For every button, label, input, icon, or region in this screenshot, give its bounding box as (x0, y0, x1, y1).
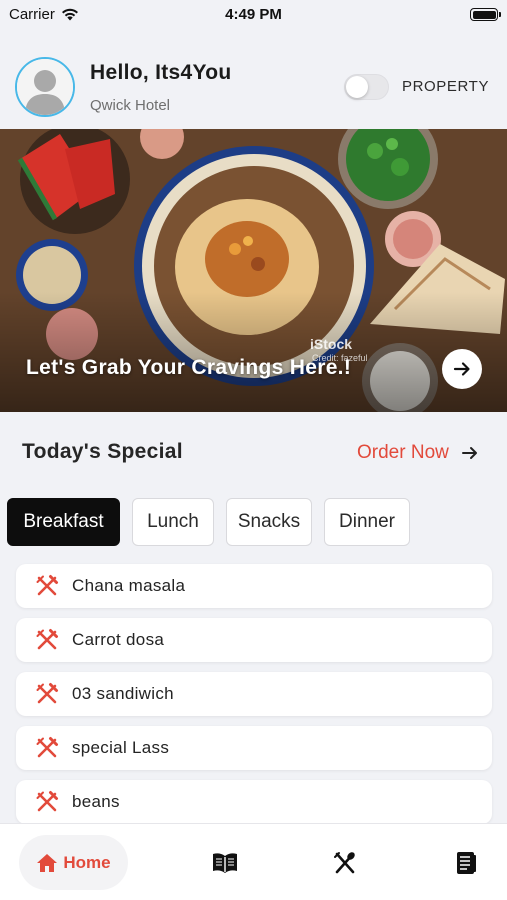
user-placeholder-icon (17, 59, 73, 115)
bottom-nav: Home (0, 823, 507, 900)
fork-knife-icon (36, 737, 58, 758)
item-label: Carrot dosa (72, 630, 165, 649)
hotel-name: Qwick Hotel (90, 97, 171, 114)
greeting: Hello, Its4You (90, 61, 232, 84)
watermark: iStock (310, 336, 353, 352)
promo-banner[interactable]: iStock Credit: fazeful Let's Grab Your C… (0, 129, 507, 412)
order-now-link[interactable]: Order Now (357, 442, 479, 464)
list-item[interactable]: 03 sandiwich (16, 672, 492, 716)
fork-spoon-icon[interactable] (332, 851, 358, 875)
clock: 4:49 PM (225, 6, 282, 23)
menu-item-list: Chana masala Carrot dosa 03 sandiwich sp… (16, 564, 492, 834)
banner-gradient (0, 292, 507, 412)
arrow-right-icon (453, 362, 470, 376)
section-title: Today's Special (22, 440, 183, 463)
list-item[interactable]: beans (16, 780, 492, 824)
fork-knife-icon (36, 575, 58, 596)
list-item[interactable]: Carrot dosa (16, 618, 492, 662)
receipt-icon[interactable] (453, 851, 479, 875)
arrow-right-icon (461, 447, 477, 459)
item-label: special Lass (72, 738, 170, 757)
fork-knife-icon (36, 683, 58, 704)
home-icon (37, 853, 58, 872)
avatar[interactable] (15, 57, 75, 117)
battery-tip (499, 12, 501, 17)
banner-arrow-button[interactable] (442, 349, 482, 389)
category-tabs: Breakfast Lunch Snacks Dinner (7, 498, 410, 546)
tab-snacks[interactable]: Snacks (226, 498, 312, 546)
header: Hello, Its4You Qwick Hotel PROPERTY (0, 55, 507, 119)
item-label: Chana masala (72, 576, 186, 595)
property-label: PROPERTY (402, 78, 490, 95)
list-item[interactable]: special Lass (16, 726, 492, 770)
fork-knife-icon (36, 629, 58, 650)
tab-breakfast[interactable]: Breakfast (7, 498, 120, 546)
nav-home-label: Home (63, 852, 111, 872)
property-toggle[interactable] (344, 74, 389, 100)
item-label: 03 sandiwich (72, 684, 174, 703)
toggle-knob (346, 76, 368, 98)
nav-item-home[interactable]: Home (19, 835, 128, 890)
banner-title: Let's Grab Your Cravings Here.! (26, 356, 352, 379)
tab-dinner[interactable]: Dinner (324, 498, 410, 546)
order-now-label: Order Now (357, 442, 449, 463)
battery-level (472, 10, 496, 19)
menu-book-icon[interactable] (212, 851, 238, 875)
app-screen: Carrier 4:49 PM Hello, Its4You Qwick Hot… (0, 0, 507, 900)
status-bar: Carrier 4:49 PM (0, 0, 507, 30)
list-item[interactable]: Chana masala (16, 564, 492, 608)
battery-icon (470, 8, 501, 21)
tab-lunch[interactable]: Lunch (132, 498, 214, 546)
fork-knife-icon (36, 791, 58, 812)
item-label: beans (72, 792, 120, 811)
